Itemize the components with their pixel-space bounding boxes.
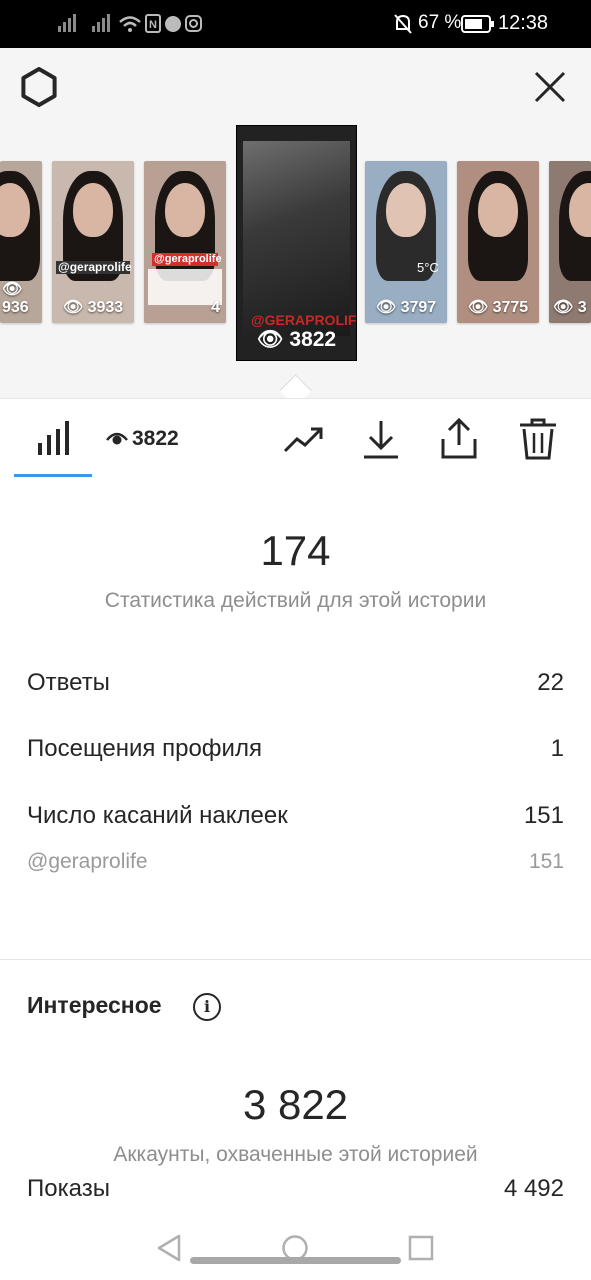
sticker-taps-value: 151 [523, 802, 564, 829]
share-icon[interactable] [437, 417, 481, 461]
story-views: 4 [211, 299, 220, 316]
replies-label: Ответы [27, 669, 110, 696]
bar-chart-icon[interactable] [36, 421, 72, 455]
story-thumbnail[interactable]: 👁 3775 [457, 161, 539, 323]
recents-icon[interactable] [408, 1235, 434, 1261]
impressions-value: 4 492 [503, 1175, 564, 1202]
insights-content: 174 Статистика действий для этой истории… [0, 479, 591, 1216]
profile-visits-label: Посещения профиля [27, 735, 262, 762]
close-icon[interactable] [533, 70, 567, 104]
mute-icon [394, 14, 412, 34]
story-caption: @GERAPROLIFE [251, 312, 357, 328]
eye-icon: 👁 [256, 328, 290, 351]
settings-icon[interactable] [19, 67, 59, 107]
story-insights-screen: 👁936 @geraprolife 👁 3933 @geraprolife 4 … [0, 48, 591, 1216]
story-caption: @geraprolife [152, 253, 222, 266]
insights-toolbar: 3822 [0, 398, 591, 480]
story-views: 3822 [289, 328, 337, 351]
mention-sticker-label[interactable]: @geraprolife [27, 850, 148, 874]
eye-icon[interactable] [106, 430, 128, 446]
story-photo [243, 141, 350, 336]
active-tab-indicator [14, 474, 92, 477]
story-views: 3797 [400, 299, 437, 316]
selected-story-thumbnail[interactable]: @GERAPROLIFE 👁 3822 [236, 125, 357, 361]
views-count: 3822 [132, 427, 179, 450]
info-icon[interactable]: i [193, 993, 221, 1021]
interactions-total: 174 [260, 527, 331, 574]
eye-icon: 👁 [62, 299, 88, 316]
eye-icon: 👁 [2, 281, 23, 298]
trending-icon[interactable] [281, 417, 325, 461]
story-views: 3 [577, 299, 587, 316]
story-views: 936 [2, 299, 29, 316]
discovery-title: Интересное [27, 992, 162, 1018]
battery-percent: 67 % [418, 12, 462, 33]
interactions-caption: Статистика действий для этой истории [104, 589, 487, 612]
reach-total: 3 822 [242, 1081, 349, 1128]
sticker-taps-label: Число касаний наклеек [27, 802, 288, 829]
story-views: 3933 [87, 299, 124, 316]
trash-icon[interactable] [516, 417, 560, 461]
eye-icon: 👁 [467, 299, 493, 316]
section-divider [0, 959, 591, 960]
back-icon[interactable] [156, 1234, 182, 1262]
stories-carousel-area: 👁936 @geraprolife 👁 3933 @geraprolife 4 … [0, 48, 591, 398]
svg-text:N: N [149, 19, 157, 31]
replies-value: 22 [537, 669, 564, 696]
status-bar: N 67 % 12:38 [0, 0, 591, 48]
story-thumbnail[interactable]: 👁936 [0, 161, 42, 323]
story-views: 3775 [492, 299, 529, 316]
download-icon[interactable] [359, 417, 403, 461]
gesture-handle[interactable] [190, 1257, 401, 1264]
impressions-label: Показы [27, 1175, 110, 1202]
battery-icon [461, 15, 494, 33]
eye-icon: 👁 [553, 299, 578, 316]
status-icons: N [58, 14, 202, 33]
story-thumbnail[interactable]: @geraprolife 4 [144, 161, 226, 323]
story-thumbnail[interactable]: 👁 3 [549, 161, 591, 323]
eye-icon: 👁 [375, 299, 401, 316]
reach-caption: Аккаунты, охваченные этой историей [113, 1143, 478, 1166]
story-thumbnail[interactable]: @geraprolife 👁 3933 [52, 161, 134, 323]
system-navigation-bar [0, 1216, 591, 1280]
profile-visits-value: 1 [550, 735, 564, 762]
story-caption: 5°C [417, 260, 439, 275]
clock: 12:38 [498, 12, 549, 34]
mention-sticker-value: 151 [528, 850, 564, 873]
story-thumbnail[interactable]: 5°C 👁 3797 [365, 161, 447, 323]
story-caption: @geraprolife [56, 260, 132, 274]
